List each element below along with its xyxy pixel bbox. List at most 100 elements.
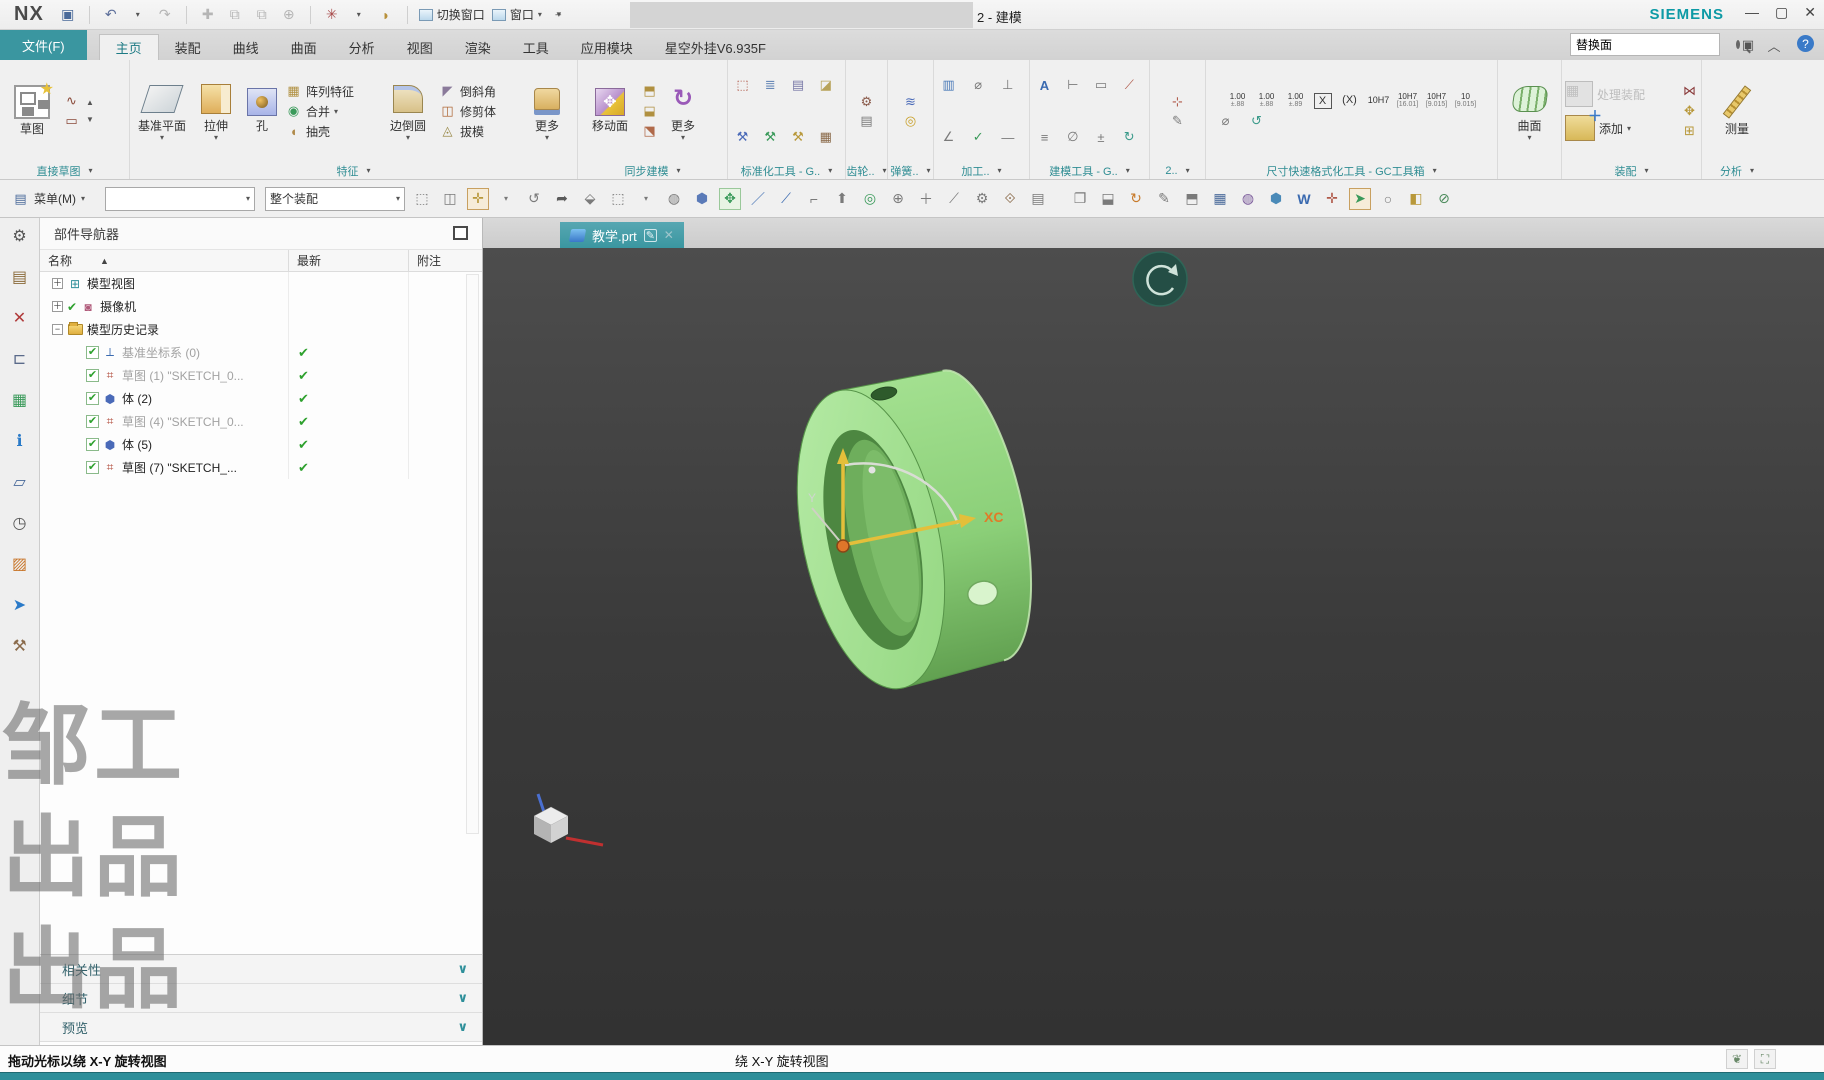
add-component-button[interactable]: 添加▾ <box>1565 115 1679 141</box>
window-menu-button[interactable]: 窗口▾ <box>492 6 542 23</box>
expand-icon[interactable]: ＋ <box>52 278 63 289</box>
selection-filter-combo[interactable]: ▾ <box>105 187 255 211</box>
tab-surface[interactable]: 曲面 <box>275 34 333 60</box>
blue-wrench-icon[interactable]: ⚒ <box>734 129 751 146</box>
equal-icon[interactable]: ≡ <box>1036 129 1053 146</box>
checkbox-checked-icon[interactable]: ✔ <box>86 346 99 359</box>
text-icon[interactable]: A <box>1036 77 1053 94</box>
sphere-stack-icon[interactable]: ◍ <box>1237 188 1259 210</box>
fit-10h7-icon[interactable]: 10H7 <box>1368 93 1390 109</box>
window-small-icon[interactable]: ❐ <box>1069 188 1091 210</box>
group-label-feature[interactable]: 特征▾ <box>130 162 577 179</box>
hat-icon[interactable]: ◪ <box>817 77 834 94</box>
tab-analysis[interactable]: 分析 <box>333 34 391 60</box>
gallery-down-icon[interactable]: ▼ <box>86 115 94 124</box>
edge-blend-button[interactable]: 边倒圆▾ <box>379 82 437 141</box>
clip-icon[interactable]: ⊘ <box>1433 188 1455 210</box>
tree-row-sketch-7[interactable]: ✔ ⌗ 草图 (7) "SKETCH_... ✔ <box>40 456 482 479</box>
pencil-icon[interactable]: ✎ <box>1169 112 1186 129</box>
minimize-ribbon-icon[interactable]: ︿ <box>1764 35 1784 55</box>
tree-row-model-views[interactable]: ＋ ⊞ 模型视图 <box>40 272 482 295</box>
up-arrow-icon[interactable]: ⬆ <box>831 188 853 210</box>
mirror-assembly-icon[interactable]: ⋈ <box>1681 83 1698 100</box>
process-assembly-button[interactable]: ▦处理装配 <box>1565 81 1679 107</box>
tolerance-icon[interactable]: 1.00±.89 <box>1285 93 1307 109</box>
assembly-navigator-icon[interactable]: ▤ <box>8 265 32 289</box>
tab-plugin[interactable]: 星空外挂V6.935F <box>649 34 782 60</box>
unite-button[interactable]: ◉合并▾ <box>285 103 377 120</box>
ghost-cube-icon[interactable]: ⬙ <box>579 188 601 210</box>
diameter-slash-icon[interactable]: ⌀ <box>1217 113 1234 130</box>
offset-region-icon[interactable]: ⬓ <box>641 103 658 120</box>
undo-dropdown-icon[interactable]: ▾ <box>128 5 148 25</box>
dashed-box-dropdown-icon[interactable]: ▾ <box>635 188 657 210</box>
w-icon[interactable]: W <box>1293 188 1315 210</box>
fit-10h7-sub2-icon[interactable]: 10H7[9.015] <box>1426 93 1448 109</box>
tree-row-cameras[interactable]: ＋ ✔ ◙ 摄像机 <box>40 295 482 318</box>
tree-row-sketch-4[interactable]: ✔ ⌗ 草图 (4) "SKETCH_0... ✔ <box>40 410 482 433</box>
check-dim-icon[interactable]: ✓ <box>970 129 987 146</box>
origin-ball[interactable] <box>837 540 849 552</box>
draft-button[interactable]: ◬拔模 <box>439 123 521 140</box>
frame-select-icon[interactable]: ⬚ <box>734 77 751 94</box>
reuse-library-icon[interactable]: ▦ <box>8 388 32 412</box>
measure-button[interactable]: 测量 <box>1708 85 1766 137</box>
copy-display-icon[interactable]: ⊕ <box>279 5 299 25</box>
blue-cube-icon[interactable]: ⬢ <box>691 188 713 210</box>
minimize-button[interactable]: — <box>1745 4 1759 21</box>
transform-dropdown-icon[interactable]: ▾ <box>349 5 369 25</box>
stamp-icon[interactable]: ⟐ <box>999 188 1021 210</box>
copy-icon[interactable]: ⧉ <box>225 5 245 25</box>
green-wrench-icon[interactable]: ⚒ <box>762 129 779 146</box>
maximize-button[interactable]: ▢ <box>1775 4 1788 21</box>
teal-undo-icon[interactable]: ↺ <box>1248 113 1265 130</box>
monitor-icon[interactable]: ⬓ <box>1097 188 1119 210</box>
tab-application[interactable]: 应用模块 <box>565 34 649 60</box>
transform-icon[interactable]: ✳ <box>322 5 342 25</box>
group-label-spring[interactable]: 弹簧..▾ <box>888 162 933 179</box>
qat-customize-icon[interactable]: ▾̶ <box>549 5 569 25</box>
undock-panel-icon[interactable] <box>453 226 468 240</box>
dashed-box-icon[interactable]: ⬚ <box>607 188 629 210</box>
command-search-box[interactable] <box>1570 33 1720 56</box>
navigator-scrollbar[interactable] <box>466 274 479 834</box>
replace-face-icon[interactable]: ⬔ <box>641 123 658 140</box>
line-dim-icon[interactable]: — <box>999 129 1016 146</box>
paste-icon[interactable]: ⧉ <box>252 5 272 25</box>
list-box-icon[interactable]: ▤ <box>790 77 807 94</box>
pointer-tool-icon[interactable]: ➤ <box>8 593 32 617</box>
rotate-reset-icon[interactable]: ↺ <box>523 188 545 210</box>
checkbox-checked-icon[interactable]: ✔ <box>86 438 99 451</box>
perpendicular-icon[interactable]: ⊥ <box>999 77 1016 94</box>
hd3d-info-icon[interactable]: ℹ <box>8 429 32 453</box>
machine-icon[interactable]: ▦ <box>817 129 834 146</box>
group-label-assembly[interactable]: 装配▾ <box>1562 162 1701 179</box>
sketch-button[interactable]: 草图 <box>3 85 61 137</box>
fit-window-icon[interactable]: ✥ <box>719 188 741 210</box>
group-label-standard-tools[interactable]: 标准化工具 - G..▾ <box>728 162 845 179</box>
group-label-machining[interactable]: 加工..▾ <box>934 162 1029 179</box>
pattern-component-icon[interactable]: ⊞ <box>1681 123 1698 140</box>
pattern-feature-button[interactable]: ▦阵列特征 <box>285 83 377 100</box>
switch-window-button[interactable]: 切换窗口 <box>419 6 485 23</box>
circle-icon[interactable]: ○ <box>1377 188 1399 210</box>
gear-pair-icon[interactable]: ⚙ <box>858 93 875 110</box>
group-label-2d-tools[interactable]: 2..▾ <box>1150 162 1205 179</box>
column-note[interactable]: 附注 <box>408 250 482 271</box>
move-component-icon[interactable]: ✥ <box>1681 103 1698 120</box>
tolerance-icon[interactable]: 1.00±.88 <box>1256 93 1278 109</box>
menu-button[interactable]: ▤菜单(M)▾ <box>6 187 91 210</box>
gallery-up-icon[interactable]: ▲ <box>86 98 94 107</box>
checkbox-checked-icon[interactable]: ✔ <box>86 461 99 474</box>
studio-spline-icon[interactable]: ∿ <box>63 93 80 110</box>
3d-scene[interactable]: XC Y <box>483 248 1824 1045</box>
sync-more-button[interactable]: ↻ 更多▾ <box>660 82 706 141</box>
group-label-gc-toolbox[interactable]: 尺寸快速格式化工具 - GC工具箱▾ <box>1206 162 1497 179</box>
panel-preview[interactable]: 预览∨ <box>40 1013 482 1042</box>
column-latest[interactable]: 最新 <box>288 250 408 271</box>
group-label-analysis[interactable]: 分析▾ <box>1702 162 1772 179</box>
undo-icon[interactable]: ↶ <box>101 5 121 25</box>
stack-icon[interactable]: ≣ <box>762 77 779 94</box>
tab-render[interactable]: 渲染 <box>449 34 507 60</box>
fit-10h7-sub-icon[interactable]: 10H7[16.01] <box>1397 93 1419 109</box>
